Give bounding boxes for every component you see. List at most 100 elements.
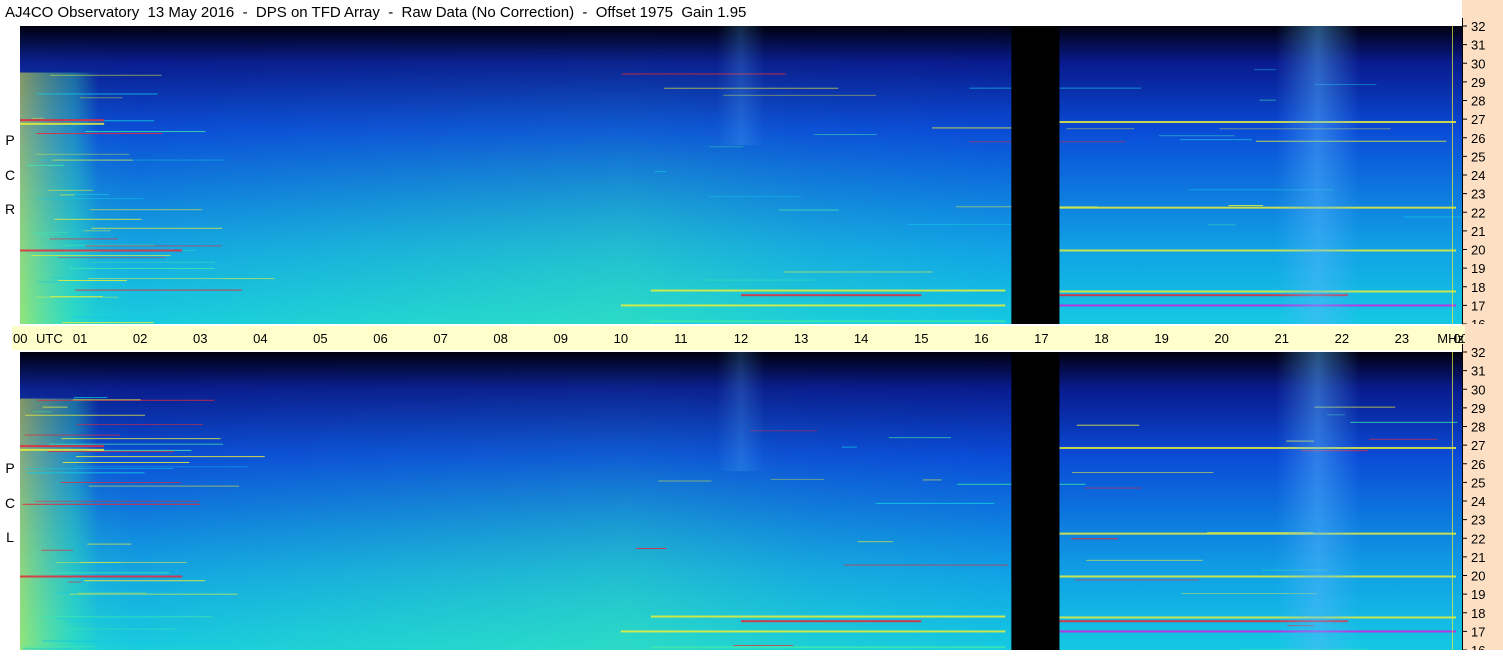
freq-tick-label: 29 <box>1471 75 1485 90</box>
interference-line <box>654 171 667 173</box>
time-tick-label: 15 <box>914 331 928 346</box>
interference-line <box>1158 135 1235 137</box>
time-unit-label: UTC <box>36 331 63 346</box>
interference-line <box>54 218 142 220</box>
interference-line <box>52 572 170 574</box>
interference-band <box>1059 630 1456 633</box>
interference-line <box>22 648 73 650</box>
interference-line <box>36 133 162 135</box>
freq-tick-label: 22 <box>1471 531 1485 546</box>
panel-label-letter: C <box>4 167 16 183</box>
interference-band <box>650 320 1006 323</box>
freq-tick-label: 18 <box>1471 606 1485 621</box>
interference-line <box>68 620 116 622</box>
interference-line <box>79 291 226 293</box>
freq-tick-label: 30 <box>1471 382 1485 397</box>
interference-line <box>85 245 222 247</box>
interference-line <box>922 479 942 481</box>
interference-band <box>1059 290 1456 293</box>
interference-line <box>87 543 132 545</box>
interference-line <box>48 189 94 191</box>
interference-line <box>1350 421 1458 423</box>
interference-line <box>69 267 215 269</box>
interference-band <box>20 122 105 125</box>
interference-band <box>1059 532 1456 535</box>
burst-emission <box>716 352 766 472</box>
interference-line <box>1363 318 1402 320</box>
interference-line <box>90 209 203 211</box>
data-gap <box>1011 352 1060 650</box>
interference-line <box>32 411 53 413</box>
frequency-axis-top-svg: 32 31 30 29 28 27 26 25 24 23 22 21 20 19 18 17 16 <box>1462 18 1485 324</box>
freq-unit-label: MHz <box>1437 331 1464 346</box>
interference-line <box>658 480 712 482</box>
interference-band <box>1059 575 1456 578</box>
interference-line <box>37 198 144 200</box>
interference-band <box>741 620 922 623</box>
time-tick-label: 22 <box>1335 331 1349 346</box>
interference-line <box>1254 69 1276 71</box>
freq-tick-label: 26 <box>1471 457 1485 472</box>
freq-tick-label: 25 <box>1471 475 1485 490</box>
time-tick-label: 20 <box>1214 331 1228 346</box>
interference-line <box>37 93 158 95</box>
interference-line <box>784 271 933 273</box>
chart-title: AJ4CO Observatory 13 May 2016 - DPS on T… <box>5 4 747 21</box>
interference-line <box>41 549 74 551</box>
freq-tick-label: 20 <box>1471 569 1485 584</box>
freq-tick-label: 30 <box>1471 56 1485 71</box>
interference-line <box>704 279 816 281</box>
interference-band <box>20 575 183 578</box>
interference-band <box>620 304 1006 307</box>
interference-line <box>1369 438 1438 440</box>
interference-line <box>61 438 221 440</box>
freq-tick-label: 22 <box>1471 205 1485 220</box>
time-tick-label: 03 <box>193 331 207 346</box>
interference-line <box>49 238 119 240</box>
interference-line <box>42 616 213 618</box>
interference-line <box>708 196 801 198</box>
interference-band <box>1059 616 1456 619</box>
time-tick-label: 09 <box>554 331 568 346</box>
interference-band <box>650 289 1006 292</box>
interference-line <box>76 424 204 426</box>
interference-line <box>56 617 160 619</box>
freq-tick-label: 21 <box>1471 550 1485 565</box>
interference-line <box>814 134 877 136</box>
interference-line <box>37 234 59 236</box>
time-tick-label: 06 <box>373 331 387 346</box>
frequency-axis-top: 32 31 30 29 28 27 26 25 24 23 22 21 20 19 18 17 16 <box>1462 18 1503 324</box>
freq-tick-label: 32 <box>1471 19 1485 34</box>
interference-line <box>652 323 720 324</box>
freq-tick-label: 18 <box>1471 280 1485 295</box>
interference-line <box>841 446 858 448</box>
interference-line <box>62 322 154 324</box>
freq-tick-label: 17 <box>1471 624 1485 639</box>
time-tick-label: 02 <box>133 331 147 346</box>
data-gap <box>1011 26 1060 324</box>
interference-band <box>650 646 1006 649</box>
panel-label-letter: P <box>5 460 15 476</box>
day-end-marker <box>1452 26 1453 324</box>
interference-line <box>67 581 82 583</box>
freq-tick-label: 16 <box>1471 317 1485 324</box>
interference-line <box>77 592 147 594</box>
panel-label-letter: P <box>5 132 15 148</box>
interference-line <box>1403 216 1462 218</box>
freq-tick-label: 23 <box>1471 513 1485 528</box>
interference-line <box>635 548 667 550</box>
interference-line <box>61 482 181 484</box>
freq-tick-label: 19 <box>1471 261 1485 276</box>
interference-line <box>91 227 223 229</box>
freq-tick-label: 26 <box>1471 131 1485 146</box>
interference-line <box>1076 424 1140 426</box>
time-tick-label: 16 <box>974 331 988 346</box>
interference-band <box>20 448 105 451</box>
interference-line <box>1071 538 1119 540</box>
freq-tick-label: 16 <box>1471 643 1485 650</box>
interference-line <box>90 261 215 263</box>
interference-line <box>1066 128 1135 130</box>
interference-line <box>1228 205 1264 207</box>
time-tick-label: 12 <box>734 331 748 346</box>
interference-line <box>58 257 166 259</box>
